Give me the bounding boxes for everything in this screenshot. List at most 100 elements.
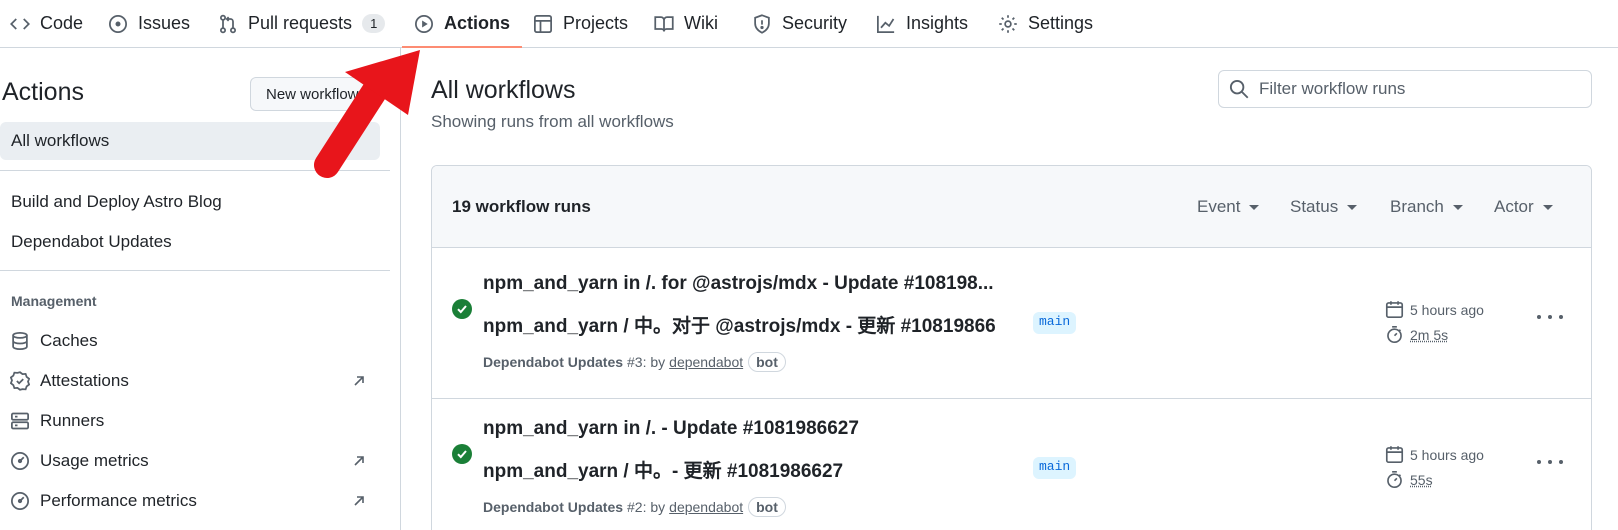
status-filter[interactable]: Status: [1290, 197, 1358, 217]
run-number: #3: by: [627, 354, 666, 370]
workflow-run-row[interactable]: npm_and_yarn in /. - Update #1081986627 …: [432, 398, 1591, 530]
stopwatch-icon: [1387, 470, 1402, 489]
tab-issues[interactable]: Issues: [108, 0, 190, 47]
sidebar-item-dependabot[interactable]: Dependabot Updates: [0, 223, 380, 261]
filter-workflow-runs[interactable]: [1218, 70, 1592, 108]
actor-filter-label: Actor: [1494, 197, 1534, 216]
sidebar-item-build-deploy[interactable]: Build and Deploy Astro Blog: [0, 183, 380, 221]
run-time-ago: 5 hours ago: [1385, 300, 1484, 319]
tab-insights-label: Insights: [906, 13, 969, 33]
tab-projects[interactable]: Projects: [533, 0, 628, 47]
tab-insights[interactable]: Insights: [876, 0, 968, 47]
repo-nav: Code Issues Pull requests 1 Actions Proj…: [0, 0, 1618, 48]
sidebar-divider: [0, 170, 390, 171]
external-link-icon: [354, 456, 364, 466]
external-link-icon: [354, 496, 364, 506]
sidebar-item-label: All workflows: [11, 131, 110, 150]
run-time-ago: 5 hours ago: [1385, 445, 1484, 464]
workflow-runs-list: 19 workflow runs Event Status Branch Act…: [431, 165, 1592, 530]
pull-request-icon: [219, 14, 237, 33]
run-title[interactable]: npm_and_yarn in /. - Update #1081986627: [483, 418, 859, 440]
run-actor[interactable]: dependabot: [669, 354, 743, 370]
duration-text: 2m 5s: [1410, 326, 1449, 343]
caret-down-icon: [1542, 204, 1553, 210]
server-icon: [11, 412, 29, 430]
filter-input[interactable]: [1259, 79, 1579, 99]
tab-pull-requests[interactable]: Pull requests 1: [218, 0, 386, 47]
time-ago-text: 5 hours ago: [1410, 446, 1484, 463]
tab-security[interactable]: Security: [752, 0, 847, 47]
run-title-translated: npm_and_yarn / 中。对于 @astrojs/mdx - 更新 #1…: [483, 316, 996, 337]
branch-label[interactable]: main: [1033, 312, 1077, 334]
tab-pull-requests-label: Pull requests: [248, 13, 353, 33]
run-title-translated: npm_and_yarn / 中。- 更新 #1081986627: [483, 461, 844, 482]
sidebar-item-caches[interactable]: Caches: [0, 322, 380, 360]
tab-wiki[interactable]: Wiki: [654, 0, 718, 47]
calendar-icon: [1385, 446, 1404, 464]
check-circle-icon: [452, 299, 472, 319]
tab-issues-label: Issues: [138, 13, 191, 33]
search-icon: [1229, 79, 1249, 99]
branch-filter-label: Branch: [1390, 197, 1444, 216]
graph-icon: [877, 15, 895, 33]
runs-count: 19 workflow runs: [452, 197, 591, 216]
check-circle-icon: [452, 444, 472, 464]
shield-icon: [754, 13, 770, 34]
sidebar-item-label: Caches: [40, 331, 98, 350]
sidebar-item-performance-metrics[interactable]: Performance metrics: [0, 482, 380, 520]
sidebar-item-label: Usage metrics: [40, 451, 149, 470]
runs-header: 19 workflow runs Event Status Branch Act…: [432, 166, 1591, 248]
caret-down-icon: [1249, 204, 1260, 210]
run-duration: 2m 5s: [1385, 325, 1448, 344]
tab-projects-label: Projects: [563, 13, 629, 33]
calendar-icon: [1385, 301, 1404, 319]
run-actor[interactable]: dependabot: [669, 499, 743, 515]
meter-icon: [11, 492, 29, 510]
database-icon: [12, 332, 28, 351]
event-filter-label: Event: [1197, 197, 1241, 216]
management-heading: Management: [11, 293, 97, 309]
branch-label[interactable]: main: [1033, 457, 1077, 479]
status-filter-label: Status: [1290, 197, 1339, 216]
page-title: All workflows: [431, 76, 576, 104]
gear-icon: [999, 14, 1017, 33]
kebab-menu-icon[interactable]: [1537, 310, 1563, 324]
sidebar-item-usage-metrics[interactable]: Usage metrics: [0, 442, 380, 480]
tab-code[interactable]: Code: [10, 0, 83, 47]
sidebar-item-all-workflows[interactable]: All workflows: [0, 122, 380, 160]
workflow-run-row[interactable]: npm_and_yarn in /. for @astrojs/mdx - Up…: [432, 248, 1591, 398]
run-workflow-name: Dependabot Updates: [483, 499, 624, 515]
sidebar-item-label: Attestations: [40, 371, 129, 390]
sidebar-item-label: Performance metrics: [40, 491, 197, 510]
kebab-menu-icon[interactable]: [1537, 455, 1563, 469]
bot-badge: bot: [748, 497, 786, 517]
run-workflow-name: Dependabot Updates: [483, 354, 624, 370]
issue-icon: [109, 14, 127, 33]
new-workflow-button[interactable]: New workflow: [250, 77, 370, 111]
actor-filter[interactable]: Actor: [1494, 197, 1553, 217]
code-icon: [10, 17, 30, 30]
layout-divider: [400, 48, 401, 530]
run-meta: Dependabot Updates #2: by dependabot bot: [483, 497, 786, 517]
page-subtitle: Showing runs from all workflows: [431, 112, 674, 131]
run-duration: 55s: [1385, 470, 1433, 489]
sidebar-divider: [0, 270, 390, 271]
sidebar-item-label: Runners: [40, 411, 105, 430]
bot-badge: bot: [748, 352, 786, 372]
tab-wiki-label: Wiki: [684, 13, 718, 33]
sidebar-item-runners[interactable]: Runners: [0, 402, 380, 440]
tab-actions[interactable]: Actions: [401, 0, 523, 48]
pull-requests-counter: 1: [362, 14, 386, 33]
event-filter[interactable]: Event: [1197, 197, 1260, 217]
stopwatch-icon: [1387, 325, 1402, 344]
branch-filter[interactable]: Branch: [1390, 197, 1463, 217]
sidebar-item-label: Dependabot Updates: [11, 232, 172, 251]
verified-icon: [10, 371, 30, 391]
sidebar-item-attestations[interactable]: Attestations: [0, 362, 380, 400]
sidebar-title: Actions: [2, 78, 84, 106]
time-ago-text: 5 hours ago: [1410, 301, 1484, 318]
tab-settings[interactable]: Settings: [998, 0, 1093, 47]
tab-actions-label: Actions: [444, 13, 511, 33]
caret-down-icon: [1347, 204, 1358, 210]
run-title[interactable]: npm_and_yarn in /. for @astrojs/mdx - Up…: [483, 273, 994, 295]
